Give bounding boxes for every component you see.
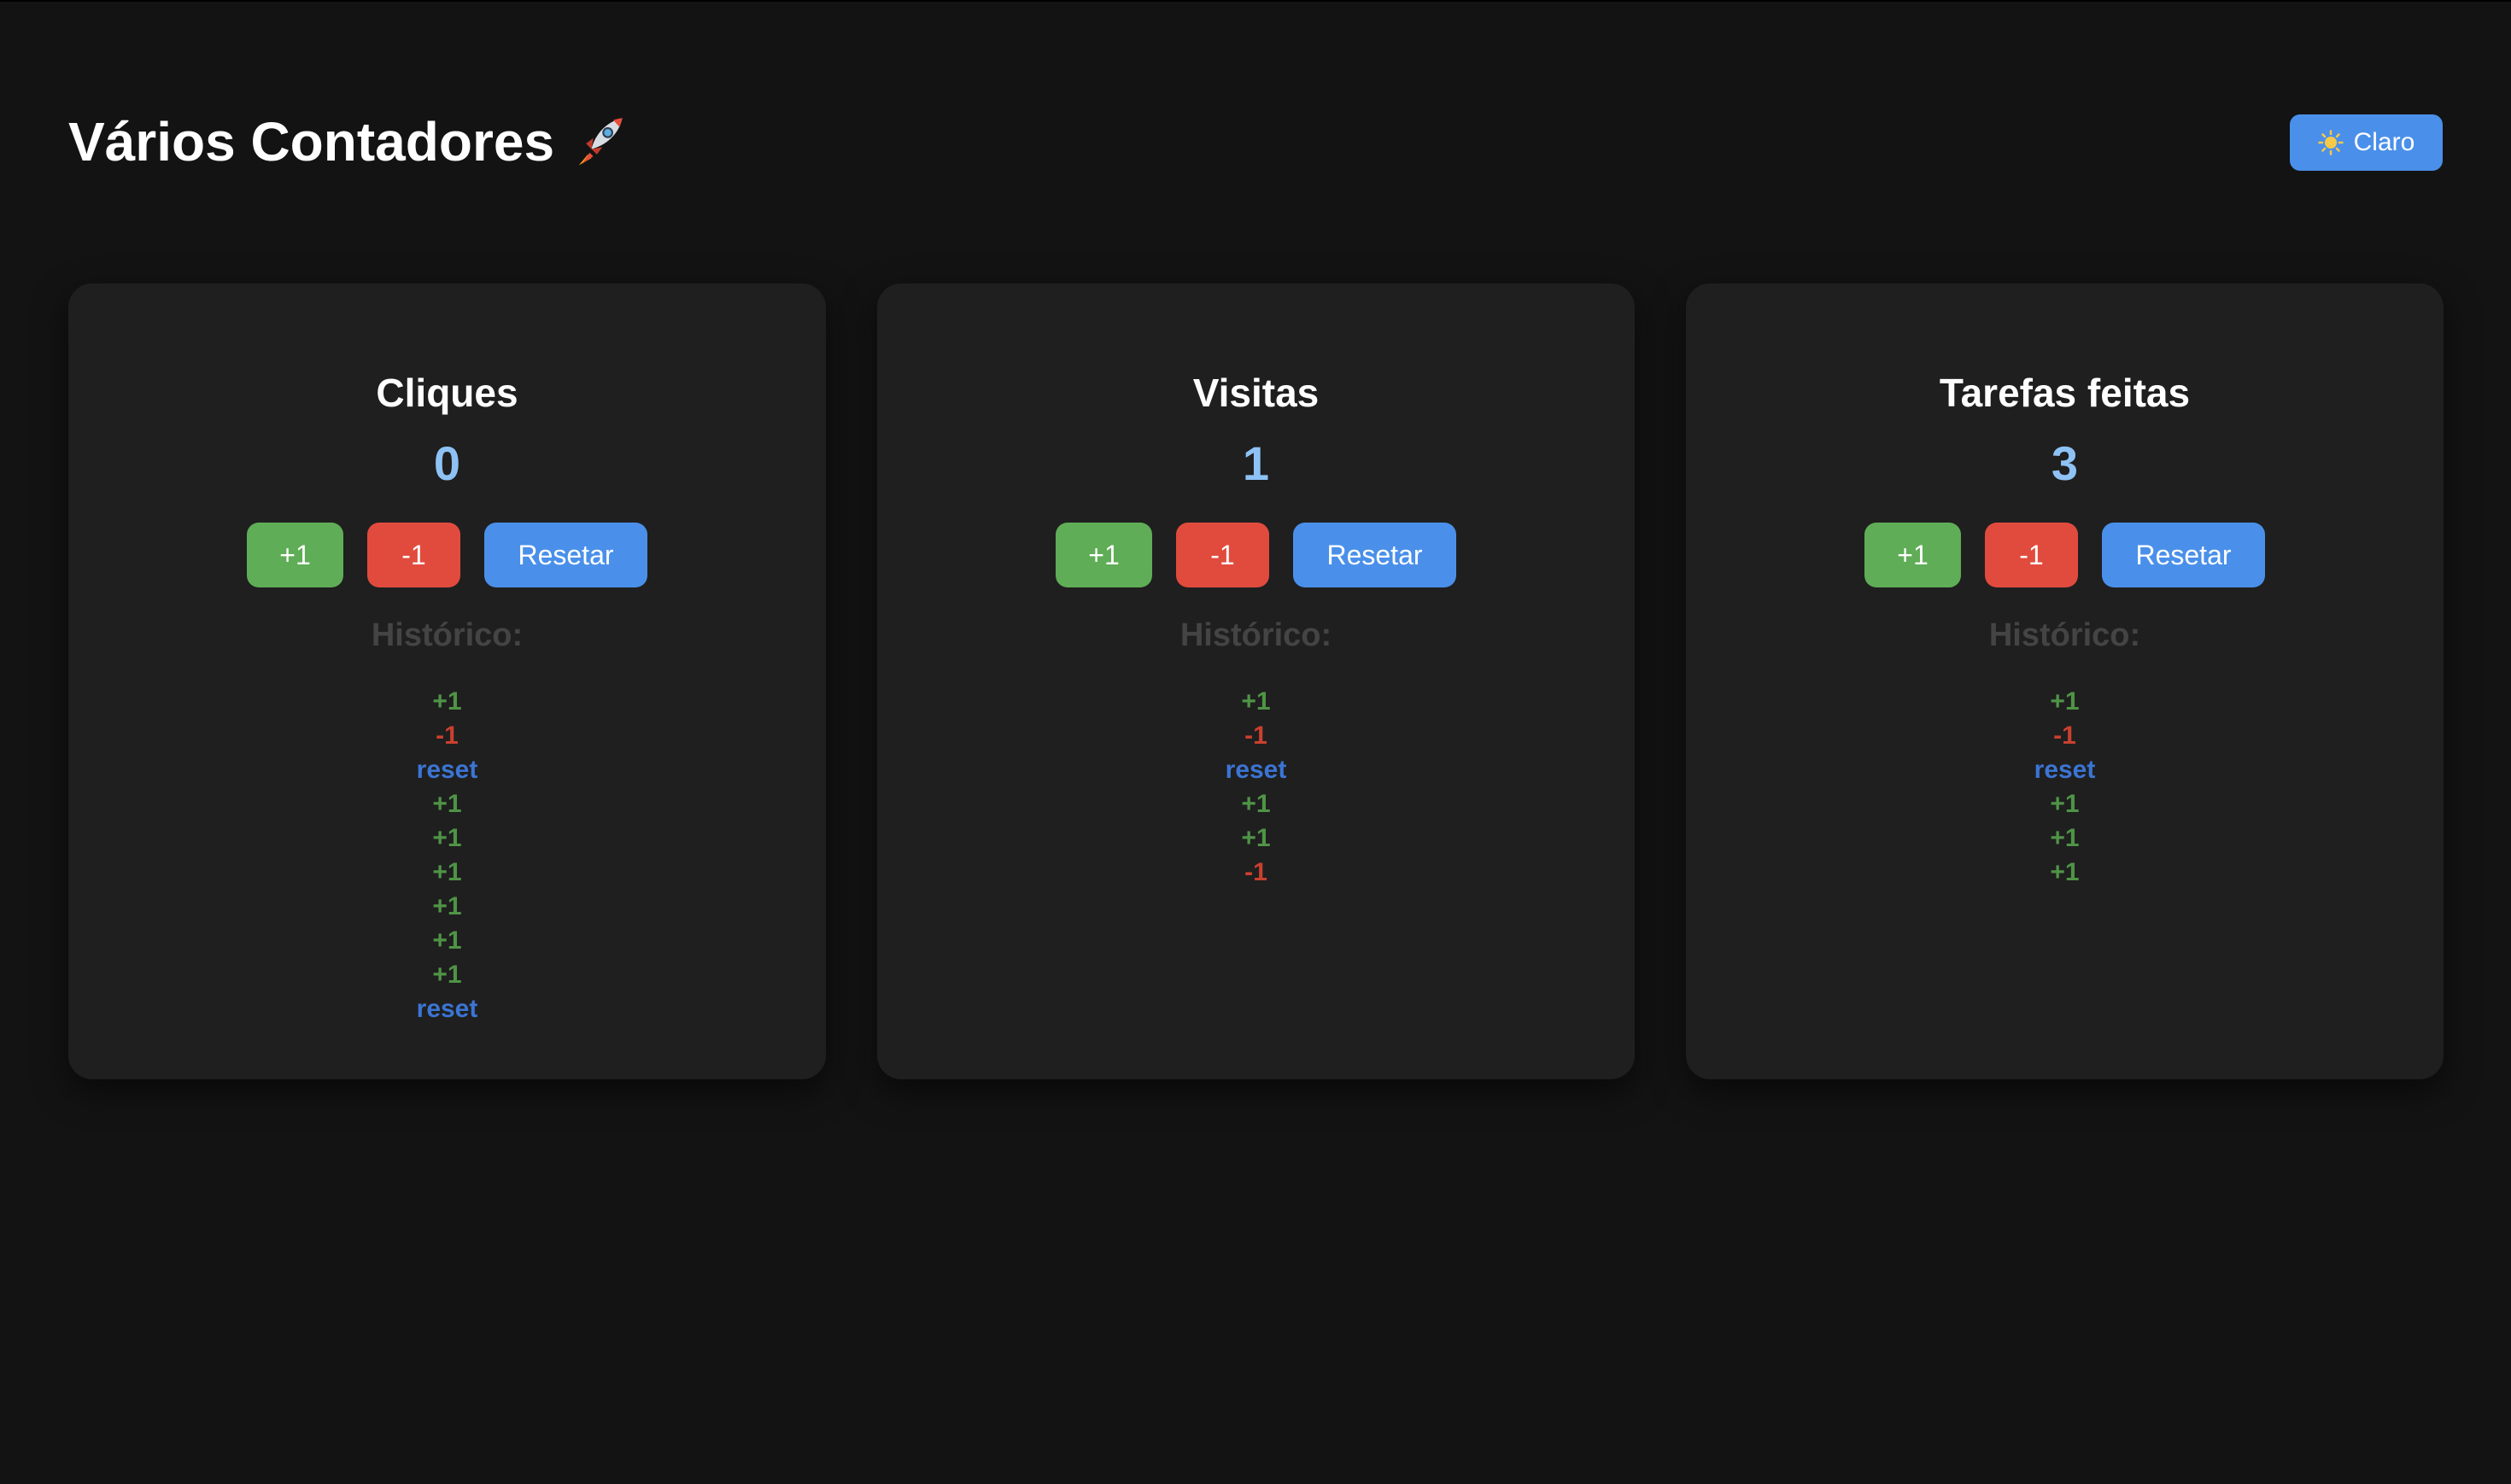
increment-button[interactable]: +1: [1056, 523, 1152, 587]
counter-value: 3: [2051, 436, 2079, 490]
history-item: +1: [432, 687, 462, 716]
decrement-button[interactable]: -1: [1985, 523, 2078, 587]
counter-card-visitas: Visitas 1 +1 -1 Resetar Histórico: +1 -1 r…: [877, 283, 1635, 1079]
counter-value: 1: [1242, 436, 1270, 490]
history-list: +1 -1 reset +1 +1 +1: [1686, 685, 2444, 890]
history-item: reset: [1225, 756, 1287, 784]
reset-button[interactable]: Resetar: [2102, 523, 2265, 587]
history-item: -1: [2053, 722, 2076, 750]
history-item: +1: [432, 961, 462, 989]
history-item: reset: [416, 995, 478, 1023]
decrement-button[interactable]: -1: [367, 523, 460, 587]
history-item: -1: [436, 722, 459, 750]
counter-card-cliques: Cliques 0 +1 -1 Resetar Histórico: +1 -1 r…: [68, 283, 826, 1079]
counters-grid: Cliques 0 +1 -1 Resetar Histórico: +1 -1 r…: [68, 283, 2444, 1079]
history-item: +1: [2050, 858, 2080, 886]
counter-title: Tarefas feitas: [1939, 371, 2191, 415]
app-header: Vários Contadores Claro: [0, 0, 2511, 205]
history-item: +1: [432, 824, 462, 852]
page-title-text: Vários Contadores: [68, 111, 555, 172]
theme-toggle-button[interactable]: Claro: [2290, 114, 2443, 171]
reset-button[interactable]: Resetar: [1293, 523, 1456, 587]
history-label: Histórico:: [1179, 617, 1332, 653]
counter-title: Cliques: [376, 371, 518, 415]
increment-button[interactable]: +1: [1864, 523, 1961, 587]
decrement-button[interactable]: -1: [1176, 523, 1269, 587]
counter-controls: +1 -1 Resetar: [1686, 523, 2444, 587]
history-item: +1: [1241, 687, 1271, 716]
history-label: Histórico:: [371, 617, 524, 653]
sun-icon: [2317, 130, 2344, 155]
history-item: +1: [2050, 790, 2080, 818]
counter-controls: +1 -1 Resetar: [877, 523, 1635, 587]
counter-title: Visitas: [1192, 371, 1320, 415]
history-item: +1: [1241, 824, 1271, 852]
history-item: reset: [2034, 756, 2096, 784]
history-item: -1: [1244, 858, 1267, 886]
history-item: +1: [432, 926, 462, 955]
counter-value: 0: [433, 436, 461, 490]
history-list: +1 -1 reset +1 +1 +1 +1 +1 +1 reset: [68, 685, 826, 1026]
rocket-icon: [570, 113, 628, 171]
page-title: Vários Contadores: [68, 109, 628, 174]
history-item: -1: [1244, 722, 1267, 750]
history-item: reset: [416, 756, 478, 784]
history-list: +1 -1 reset +1 +1 -1: [877, 685, 1635, 890]
increment-button[interactable]: +1: [247, 523, 343, 587]
counter-controls: +1 -1 Resetar: [68, 523, 826, 587]
history-item: +1: [1241, 790, 1271, 818]
history-item: +1: [432, 892, 462, 920]
history-item: +1: [2050, 687, 2080, 716]
theme-toggle-label: Claro: [2353, 128, 2415, 156]
history-label: Histórico:: [1988, 617, 2141, 653]
history-item: +1: [2050, 824, 2080, 852]
counter-card-tarefas-feitas: Tarefas feitas 3 +1 -1 Resetar Histórico…: [1686, 283, 2444, 1079]
history-item: +1: [432, 858, 462, 886]
reset-button[interactable]: Resetar: [484, 523, 647, 587]
history-item: +1: [432, 790, 462, 818]
